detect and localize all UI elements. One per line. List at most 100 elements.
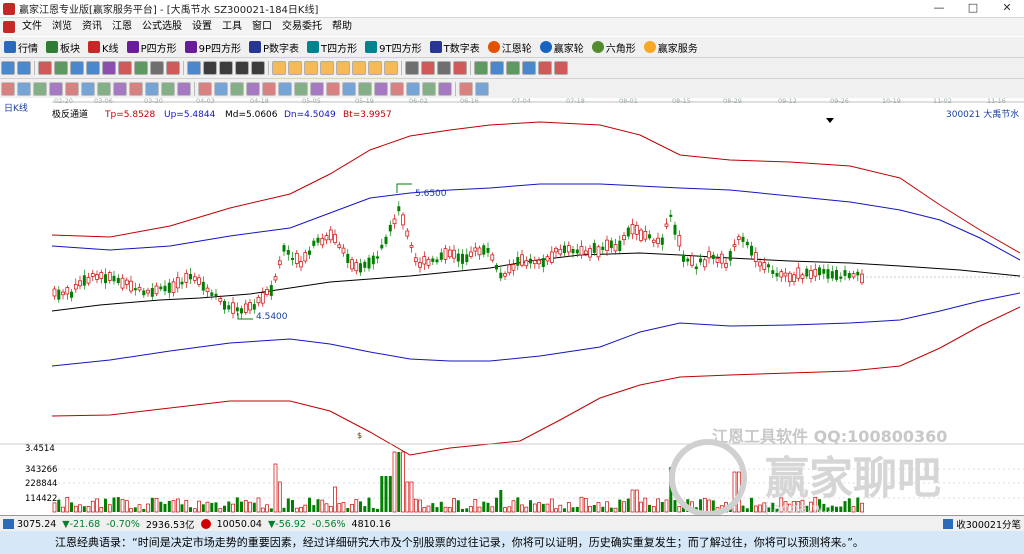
tri-icon[interactable] bbox=[246, 81, 260, 96]
grid-icon[interactable] bbox=[294, 81, 308, 96]
calendar-icon[interactable] bbox=[490, 61, 504, 75]
candle-up-icon[interactable] bbox=[38, 61, 52, 75]
gear-icon[interactable] bbox=[474, 61, 488, 75]
star-icon[interactable] bbox=[422, 81, 436, 96]
range-icon[interactable] bbox=[214, 81, 228, 96]
text-icon[interactable] bbox=[166, 61, 180, 75]
wave-icon[interactable] bbox=[145, 81, 159, 96]
diamond-icon[interactable] bbox=[368, 61, 382, 75]
crosshair-icon[interactable] bbox=[437, 61, 451, 75]
first-icon[interactable] bbox=[187, 61, 201, 75]
flag-icon[interactable] bbox=[262, 81, 276, 96]
menu-browse[interactable]: 浏览 bbox=[47, 18, 77, 36]
cursor-icon[interactable] bbox=[1, 61, 15, 75]
t-square-button[interactable]: T四方形 bbox=[303, 40, 361, 55]
grid-icon[interactable] bbox=[3, 519, 14, 529]
p-number-table-button[interactable]: P数字表 bbox=[245, 40, 303, 55]
play-right-icon[interactable] bbox=[235, 61, 249, 75]
winner-wheel-button[interactable]: 赢家轮 bbox=[536, 40, 588, 55]
hand-icon[interactable] bbox=[405, 61, 419, 75]
menu-trade[interactable]: 交易委托 bbox=[277, 18, 327, 36]
ellipse-icon[interactable] bbox=[310, 81, 324, 96]
period-icon[interactable] bbox=[161, 81, 175, 96]
pin-icon[interactable] bbox=[374, 81, 388, 96]
kline-chart[interactable]: 02-20 03-06 03-20 04-03 04-18 05-05 05-19 06-02… bbox=[0, 98, 1024, 515]
hexagon-button[interactable]: 六角形 bbox=[588, 40, 640, 55]
dropdown-arrow-icon[interactable] bbox=[826, 118, 834, 123]
gann-angle-icon[interactable] bbox=[81, 81, 95, 96]
mark-icon[interactable] bbox=[390, 81, 404, 96]
candle-body bbox=[120, 277, 125, 289]
line-icon[interactable] bbox=[70, 61, 84, 75]
box-icon[interactable] bbox=[150, 61, 164, 75]
menu-tools[interactable]: 工具 bbox=[217, 18, 247, 36]
delete-icon[interactable] bbox=[438, 81, 452, 96]
9p-square-button[interactable]: 9P四方形 bbox=[181, 40, 245, 55]
candle-body bbox=[218, 298, 223, 302]
candle-body bbox=[694, 266, 698, 270]
9t-square-button[interactable]: 9T四方形 bbox=[361, 40, 425, 55]
square-icon[interactable] bbox=[177, 81, 191, 96]
next-icon[interactable] bbox=[251, 61, 265, 75]
layers-icon[interactable] bbox=[538, 61, 552, 75]
menu-gann[interactable]: 江恩 bbox=[107, 18, 137, 36]
plus-icon[interactable] bbox=[421, 61, 435, 75]
maximize-button[interactable]: □ bbox=[956, 0, 990, 17]
gann-wheel-button[interactable]: 江恩轮 bbox=[484, 40, 536, 55]
box-icon[interactable] bbox=[278, 81, 292, 96]
note-icon[interactable] bbox=[358, 81, 372, 96]
parallel-icon[interactable] bbox=[49, 81, 63, 96]
chart-canvas[interactable]: 02-20 03-06 03-20 04-03 04-18 05-05 05-19 06-02… bbox=[0, 98, 1024, 515]
close-button[interactable]: ✕ bbox=[990, 0, 1024, 17]
window-icon[interactable] bbox=[522, 61, 536, 75]
spiral-icon[interactable] bbox=[326, 81, 340, 96]
menu-news[interactable]: 资讯 bbox=[77, 18, 107, 36]
play-left-icon[interactable] bbox=[219, 61, 233, 75]
magnifier-icon[interactable] bbox=[17, 61, 31, 75]
status-right[interactable]: 收300021分笔 bbox=[940, 517, 1024, 531]
time-icon[interactable] bbox=[406, 81, 420, 96]
sector-button[interactable]: 板块 bbox=[42, 40, 84, 55]
menu-settings[interactable]: 设置 bbox=[187, 18, 217, 36]
speed-icon[interactable] bbox=[65, 81, 79, 96]
line-tool-icon[interactable] bbox=[17, 81, 31, 96]
arc-icon[interactable] bbox=[134, 61, 148, 75]
candle-body bbox=[775, 273, 779, 277]
winner-service-button[interactable]: 赢家服务 bbox=[640, 40, 702, 55]
cycle-icon[interactable] bbox=[129, 81, 143, 96]
minimize-button[interactable]: — bbox=[922, 0, 956, 17]
prev-icon[interactable] bbox=[203, 61, 217, 75]
fan-icon[interactable] bbox=[118, 61, 132, 75]
menu-file[interactable]: 文件 bbox=[17, 18, 47, 36]
diamond-icon[interactable] bbox=[288, 61, 302, 75]
ray-icon[interactable] bbox=[86, 61, 100, 75]
diamond-icon[interactable] bbox=[272, 61, 286, 75]
t-number-table-button[interactable]: T数字表 bbox=[426, 40, 484, 55]
car-icon[interactable] bbox=[554, 61, 568, 75]
arrow-icon[interactable] bbox=[230, 81, 244, 96]
diamond-icon[interactable] bbox=[320, 61, 334, 75]
p-square-button[interactable]: P四方形 bbox=[123, 40, 181, 55]
circle-icon[interactable] bbox=[113, 81, 127, 96]
menu-formula[interactable]: 公式选股 bbox=[137, 18, 187, 36]
channel-icon[interactable] bbox=[102, 61, 116, 75]
fib-icon[interactable] bbox=[33, 81, 47, 96]
diamond-icon[interactable] bbox=[336, 61, 350, 75]
gann-fan-icon[interactable] bbox=[97, 81, 111, 96]
kline-button[interactable]: K线 bbox=[84, 40, 123, 55]
candle-down-icon[interactable] bbox=[54, 61, 68, 75]
save-icon[interactable] bbox=[506, 61, 520, 75]
color-wheel-icon[interactable] bbox=[459, 81, 473, 96]
infinity-icon[interactable] bbox=[475, 81, 489, 96]
diamond-icon[interactable] bbox=[352, 61, 366, 75]
quotes-button[interactable]: 行情 bbox=[0, 40, 42, 55]
candle-body bbox=[558, 249, 563, 255]
diamond-icon[interactable] bbox=[384, 61, 398, 75]
menu-help[interactable]: 帮助 bbox=[327, 18, 357, 36]
menu-window[interactable]: 窗口 bbox=[247, 18, 277, 36]
ruler-icon[interactable] bbox=[342, 81, 356, 96]
h-icon[interactable] bbox=[1, 81, 15, 96]
percent-icon[interactable] bbox=[198, 81, 212, 96]
diamond-icon[interactable] bbox=[304, 61, 318, 75]
abc-icon[interactable] bbox=[453, 61, 467, 75]
